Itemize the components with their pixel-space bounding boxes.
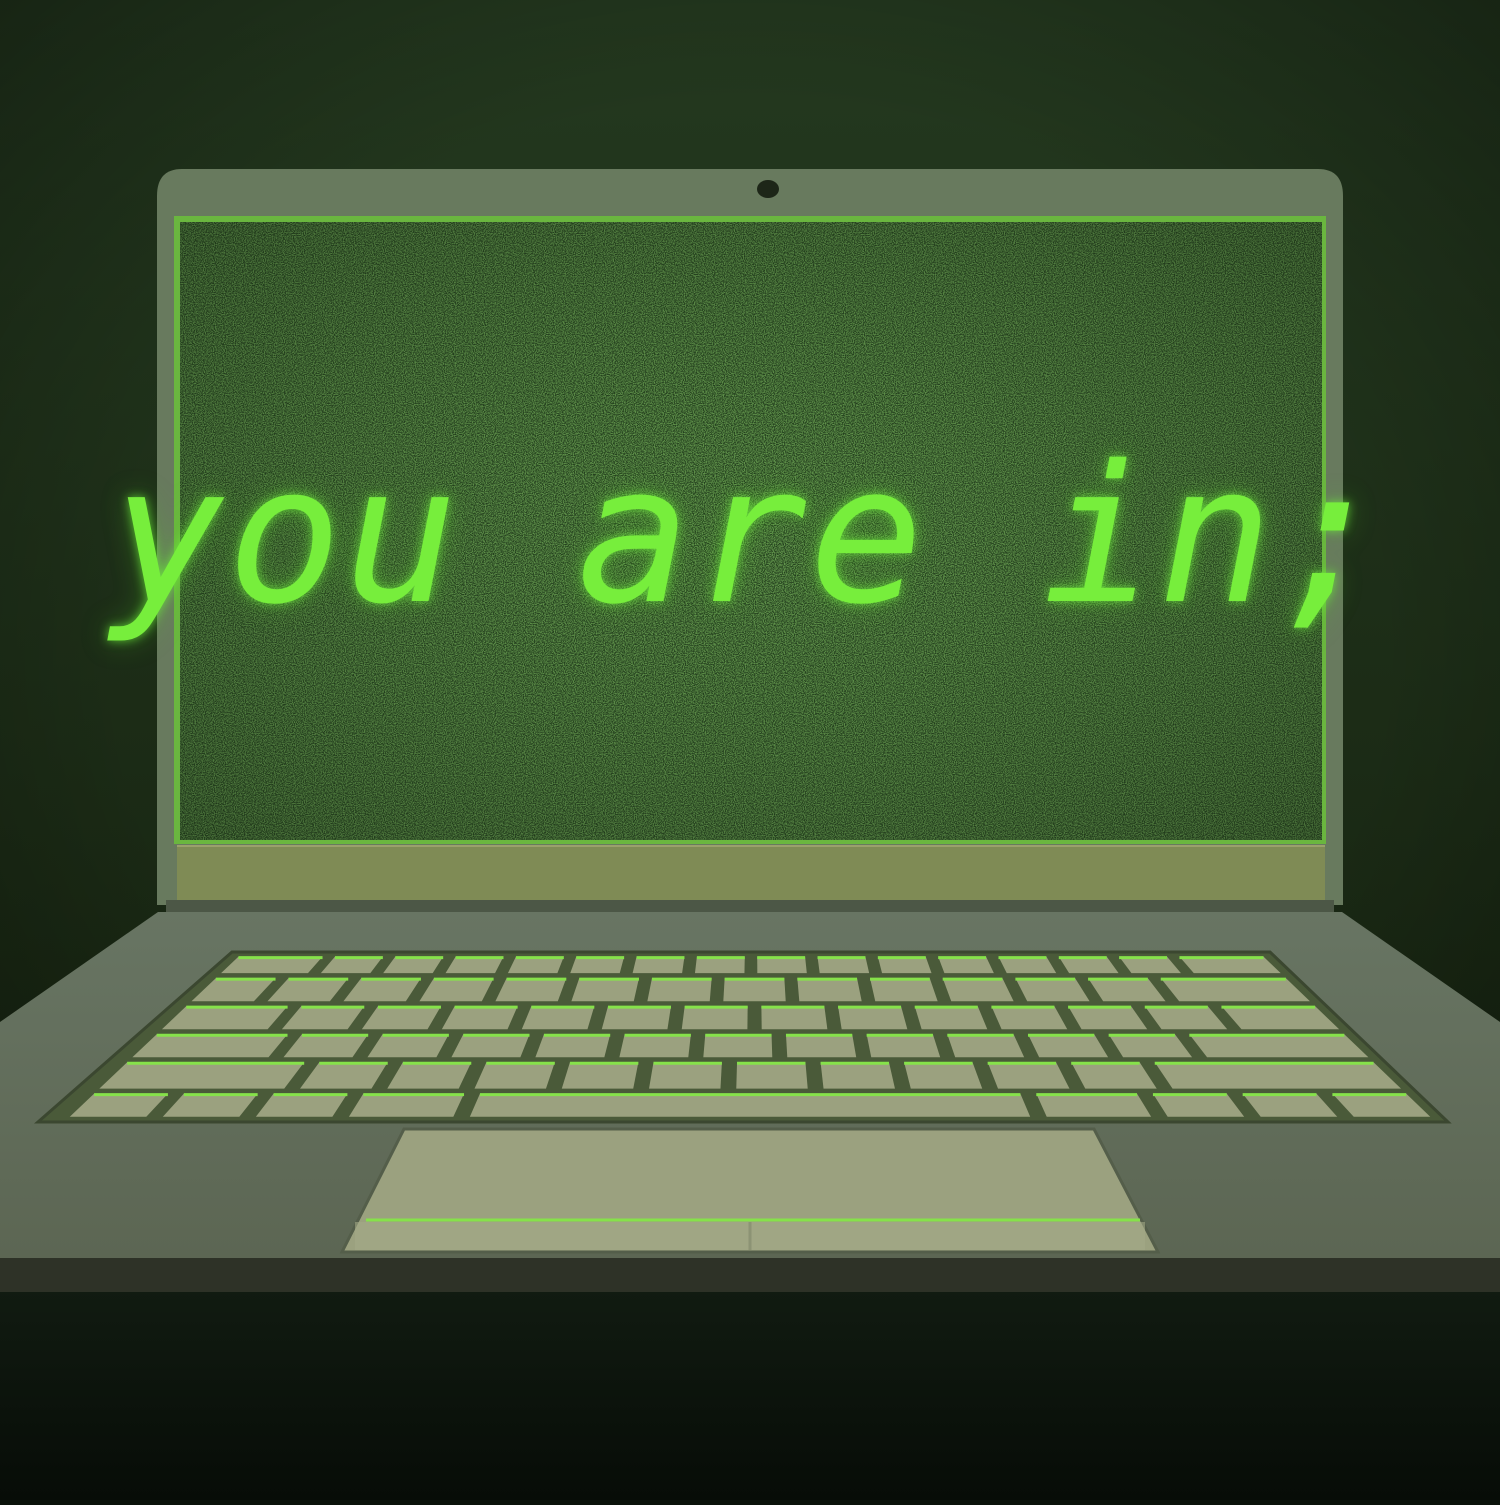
keyboard-key[interactable] bbox=[451, 1034, 530, 1058]
keyboard-key[interactable] bbox=[474, 1062, 555, 1089]
keyboard-key[interactable] bbox=[1154, 1062, 1402, 1089]
keyboard-key[interactable] bbox=[647, 978, 712, 1002]
keyboard-key[interactable] bbox=[469, 1093, 1031, 1117]
keyboard-key[interactable] bbox=[723, 978, 786, 1002]
keyboard-key[interactable] bbox=[601, 1006, 671, 1030]
keyboard-key[interactable] bbox=[987, 1062, 1070, 1089]
screen-message: you are in; bbox=[110, 425, 1392, 646]
keyboard-key[interactable] bbox=[1027, 1034, 1109, 1058]
keyboard-key[interactable] bbox=[99, 1062, 305, 1089]
keyboard-key[interactable] bbox=[866, 1034, 941, 1058]
keyboard-key[interactable] bbox=[441, 1006, 518, 1030]
table-surface bbox=[0, 1290, 1500, 1500]
keyboard-key[interactable] bbox=[348, 1093, 465, 1117]
trackpad-button-area bbox=[355, 1222, 1145, 1250]
keyboard-key[interactable] bbox=[820, 1062, 895, 1089]
keyboard-key[interactable] bbox=[535, 1034, 611, 1058]
keyboard-key[interactable] bbox=[681, 1006, 748, 1030]
keyboard-key[interactable] bbox=[1189, 1034, 1369, 1058]
keyboard-key[interactable] bbox=[904, 1062, 983, 1089]
keyboard-key[interactable] bbox=[521, 1006, 595, 1030]
keyboard-key[interactable] bbox=[838, 1006, 908, 1030]
keyboard-key[interactable] bbox=[571, 978, 639, 1002]
keyboard-key[interactable] bbox=[797, 978, 862, 1002]
keyboard-key[interactable] bbox=[619, 1034, 691, 1058]
keyboard-key[interactable] bbox=[649, 1062, 722, 1089]
screen-chin bbox=[177, 846, 1325, 900]
keyboard-key[interactable] bbox=[561, 1062, 639, 1089]
keyboard-key[interactable] bbox=[870, 978, 938, 1002]
keyboard-key[interactable] bbox=[947, 1034, 1025, 1058]
keyboard-key[interactable] bbox=[991, 1006, 1068, 1030]
keyboard-key[interactable] bbox=[785, 1034, 857, 1058]
deck-front-edge bbox=[0, 1258, 1500, 1292]
hinge bbox=[166, 900, 1334, 912]
keyboard-key[interactable] bbox=[761, 1006, 828, 1030]
keyboard-key[interactable] bbox=[703, 1034, 773, 1058]
keyboard-key[interactable] bbox=[1036, 1093, 1152, 1117]
laptop-scene: you are in; bbox=[0, 0, 1500, 1500]
keyboard-key[interactable] bbox=[132, 1034, 288, 1058]
keyboard-key[interactable] bbox=[1160, 978, 1310, 1002]
keyboard-key[interactable] bbox=[736, 1062, 808, 1089]
keyboard-key[interactable] bbox=[942, 978, 1014, 1002]
keyboard-key[interactable] bbox=[495, 978, 567, 1002]
webcam-icon bbox=[757, 180, 779, 198]
keyboard-key[interactable] bbox=[914, 1006, 988, 1030]
